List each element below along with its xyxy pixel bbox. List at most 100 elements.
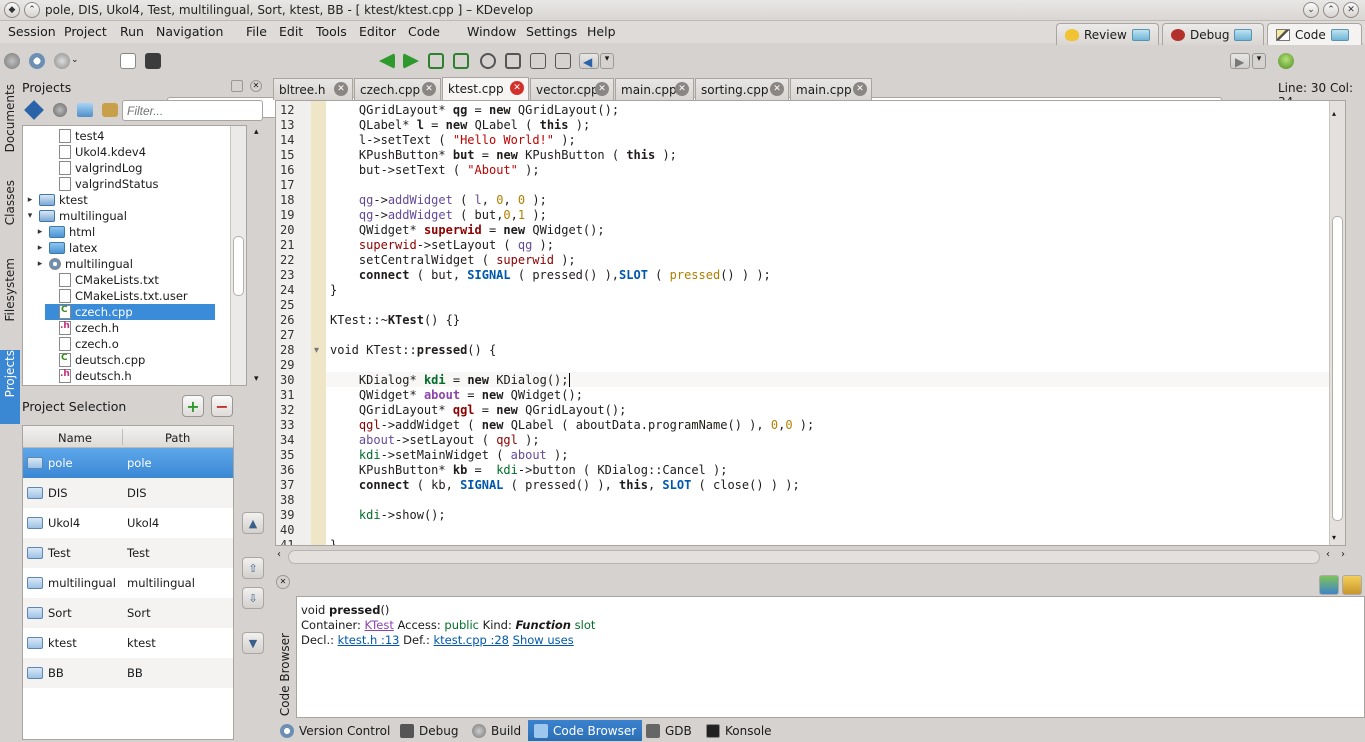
menu-settings[interactable]: Settings	[526, 24, 577, 39]
move-up-icon[interactable]: ⇧	[242, 557, 264, 579]
side-tab-projects[interactable]: Projects	[0, 350, 20, 424]
close-tab-icon[interactable]: ✕	[510, 81, 524, 95]
scroll-up-icon[interactable]: ▴	[254, 127, 259, 137]
context-icon[interactable]	[505, 53, 521, 69]
close-panel-icon[interactable]: ✕	[250, 80, 262, 92]
editor-tab[interactable]: main.cpp ✕	[615, 78, 694, 100]
project-row[interactable]: multilingual multilingual	[23, 568, 233, 598]
tree-item[interactable]: ▸ latex	[35, 240, 98, 256]
scroll-left-icon[interactable]: ‹	[277, 549, 281, 560]
gear-icon[interactable]	[4, 53, 20, 69]
menu-editor[interactable]: Editor	[359, 24, 396, 39]
decl-link[interactable]: ktest.h :13	[338, 633, 400, 647]
tree-item[interactable]: deutsch.h	[45, 368, 132, 384]
editor-tab[interactable]: sorting.cpp ✕	[695, 78, 789, 100]
execute-icon[interactable]	[29, 53, 45, 69]
tree-item[interactable]: ▸ ktest	[25, 192, 88, 208]
menu-session[interactable]: Session	[8, 24, 56, 39]
scroll-right-icon[interactable]: ›	[1341, 549, 1345, 560]
chevron-down-icon[interactable]: ▾	[1252, 53, 1266, 69]
editor-tab[interactable]: ktest.cpp ✕	[442, 77, 529, 100]
area-tab-debug[interactable]: Debug	[1162, 23, 1264, 45]
menu-tools[interactable]: Tools	[316, 24, 347, 39]
tree-item[interactable]: czech.cpp	[45, 304, 215, 320]
tool-gdb[interactable]: GDB	[640, 720, 698, 741]
project-row[interactable]: BB BB	[23, 658, 233, 688]
editor-vscrollbar[interactable]: ▴ ▾	[1329, 101, 1345, 545]
menu-window[interactable]: Window	[467, 24, 516, 39]
float-panel-icon[interactable]	[231, 80, 243, 92]
menu-project[interactable]: Project	[64, 24, 107, 39]
tool-konsole[interactable]: Konsole	[700, 720, 778, 741]
lock-icon[interactable]	[1342, 575, 1362, 595]
remove-project-button[interactable]: −	[211, 395, 233, 417]
tree-item[interactable]: ▾ multilingual	[25, 208, 127, 224]
bookmark-icon[interactable]	[530, 53, 546, 69]
clean-icon[interactable]	[102, 103, 118, 117]
close-tab-icon[interactable]: ✕	[334, 82, 348, 96]
side-tab-filesystem[interactable]: Filesystem	[0, 258, 20, 340]
editor-tab[interactable]: bltree.h ✕	[273, 78, 353, 100]
side-tab-documents[interactable]: Documents	[0, 84, 20, 174]
tree-item[interactable]: deutsch.cpp	[45, 352, 145, 368]
tree-item[interactable]: czech.h	[45, 320, 119, 336]
container-link[interactable]: KTest	[365, 618, 394, 632]
fold-marker-icon[interactable]: ▾	[314, 345, 319, 356]
link-icon[interactable]	[555, 53, 571, 69]
menu-run[interactable]: Run	[120, 24, 144, 39]
lightbulb-icon[interactable]	[1278, 53, 1294, 69]
close-tab-icon[interactable]: ✕	[422, 82, 436, 96]
column-path[interactable]: Path	[165, 431, 190, 445]
project-row[interactable]: Sort Sort	[23, 598, 233, 628]
raise-icon[interactable]: ▲	[242, 512, 264, 534]
tree-item[interactable]: valgrindStatus	[45, 176, 159, 192]
install-icon[interactable]	[77, 103, 93, 117]
close-tab-icon[interactable]: ✕	[595, 82, 609, 96]
area-tab-review[interactable]: Review	[1056, 23, 1159, 45]
chevron-right-icon[interactable]: ▸	[35, 227, 45, 237]
side-tab-classes[interactable]: Classes	[0, 180, 20, 250]
tree-item[interactable]: czech.o	[45, 336, 119, 352]
scroll-left-icon[interactable]: ‹	[1326, 549, 1330, 560]
menu-navigation[interactable]: Navigation	[156, 24, 223, 39]
filter-icon[interactable]: ▼	[242, 632, 264, 654]
tool-build[interactable]: Build	[466, 720, 527, 741]
menu-code[interactable]: Code	[408, 24, 440, 39]
window-menu-icon[interactable]: ◆	[4, 2, 20, 18]
editor-hscrollbar[interactable]	[288, 550, 1320, 564]
area-tab-code[interactable]: Code	[1267, 23, 1362, 45]
new-file-icon[interactable]	[120, 53, 136, 69]
def-link[interactable]: ktest.cpp :28	[434, 633, 510, 647]
view-icon[interactable]	[1319, 575, 1339, 595]
tree-item[interactable]: CMakeLists.txt.user	[45, 288, 188, 304]
jump-back-icon[interactable]	[453, 53, 469, 69]
project-row[interactable]: pole pole	[23, 448, 233, 478]
tree-item[interactable]: ▸ html	[35, 224, 95, 240]
keep-above-icon[interactable]: ⌃	[24, 2, 40, 18]
editor-tab[interactable]: czech.cpp ✕	[354, 78, 441, 100]
tree-item[interactable]: CMakeLists.txt	[45, 272, 159, 288]
tree-item[interactable]: valgrindLog	[45, 160, 142, 176]
maximize-icon[interactable]: ⌃	[1323, 2, 1339, 18]
close-icon[interactable]: ✕	[1343, 2, 1359, 18]
project-row[interactable]: Test Test	[23, 538, 233, 568]
editor-tab[interactable]: vector.cpp ✕	[530, 78, 614, 100]
build-icon[interactable]	[53, 103, 67, 117]
column-name[interactable]: Name	[58, 431, 92, 445]
close-tab-icon[interactable]: ✕	[770, 82, 784, 96]
tree-item[interactable]: ▸ multilingual	[35, 256, 133, 272]
close-tab-icon[interactable]: ✕	[675, 82, 689, 96]
editor-tab[interactable]: main.cpp ✕	[790, 78, 872, 100]
project-row[interactable]: DIS DIS	[23, 478, 233, 508]
jump-icon[interactable]	[428, 53, 444, 69]
chevron-down-icon[interactable]: ⌄	[71, 55, 81, 71]
tree-item[interactable]: test4	[45, 128, 104, 144]
save-icon[interactable]	[145, 53, 161, 69]
tree-scrollbar[interactable]	[230, 126, 246, 385]
outline-icon[interactable]	[480, 53, 496, 69]
stop-icon[interactable]	[54, 53, 70, 69]
code-editor[interactable]: 12 13 14 15 16 17 18 19 20 21 22 23 24 25 26 27 28 29 30 31…	[275, 100, 1346, 546]
chevron-down-icon[interactable]: ▾	[25, 211, 35, 221]
tool-debug[interactable]: Debug	[394, 720, 464, 741]
next-icon[interactable]	[403, 53, 419, 69]
